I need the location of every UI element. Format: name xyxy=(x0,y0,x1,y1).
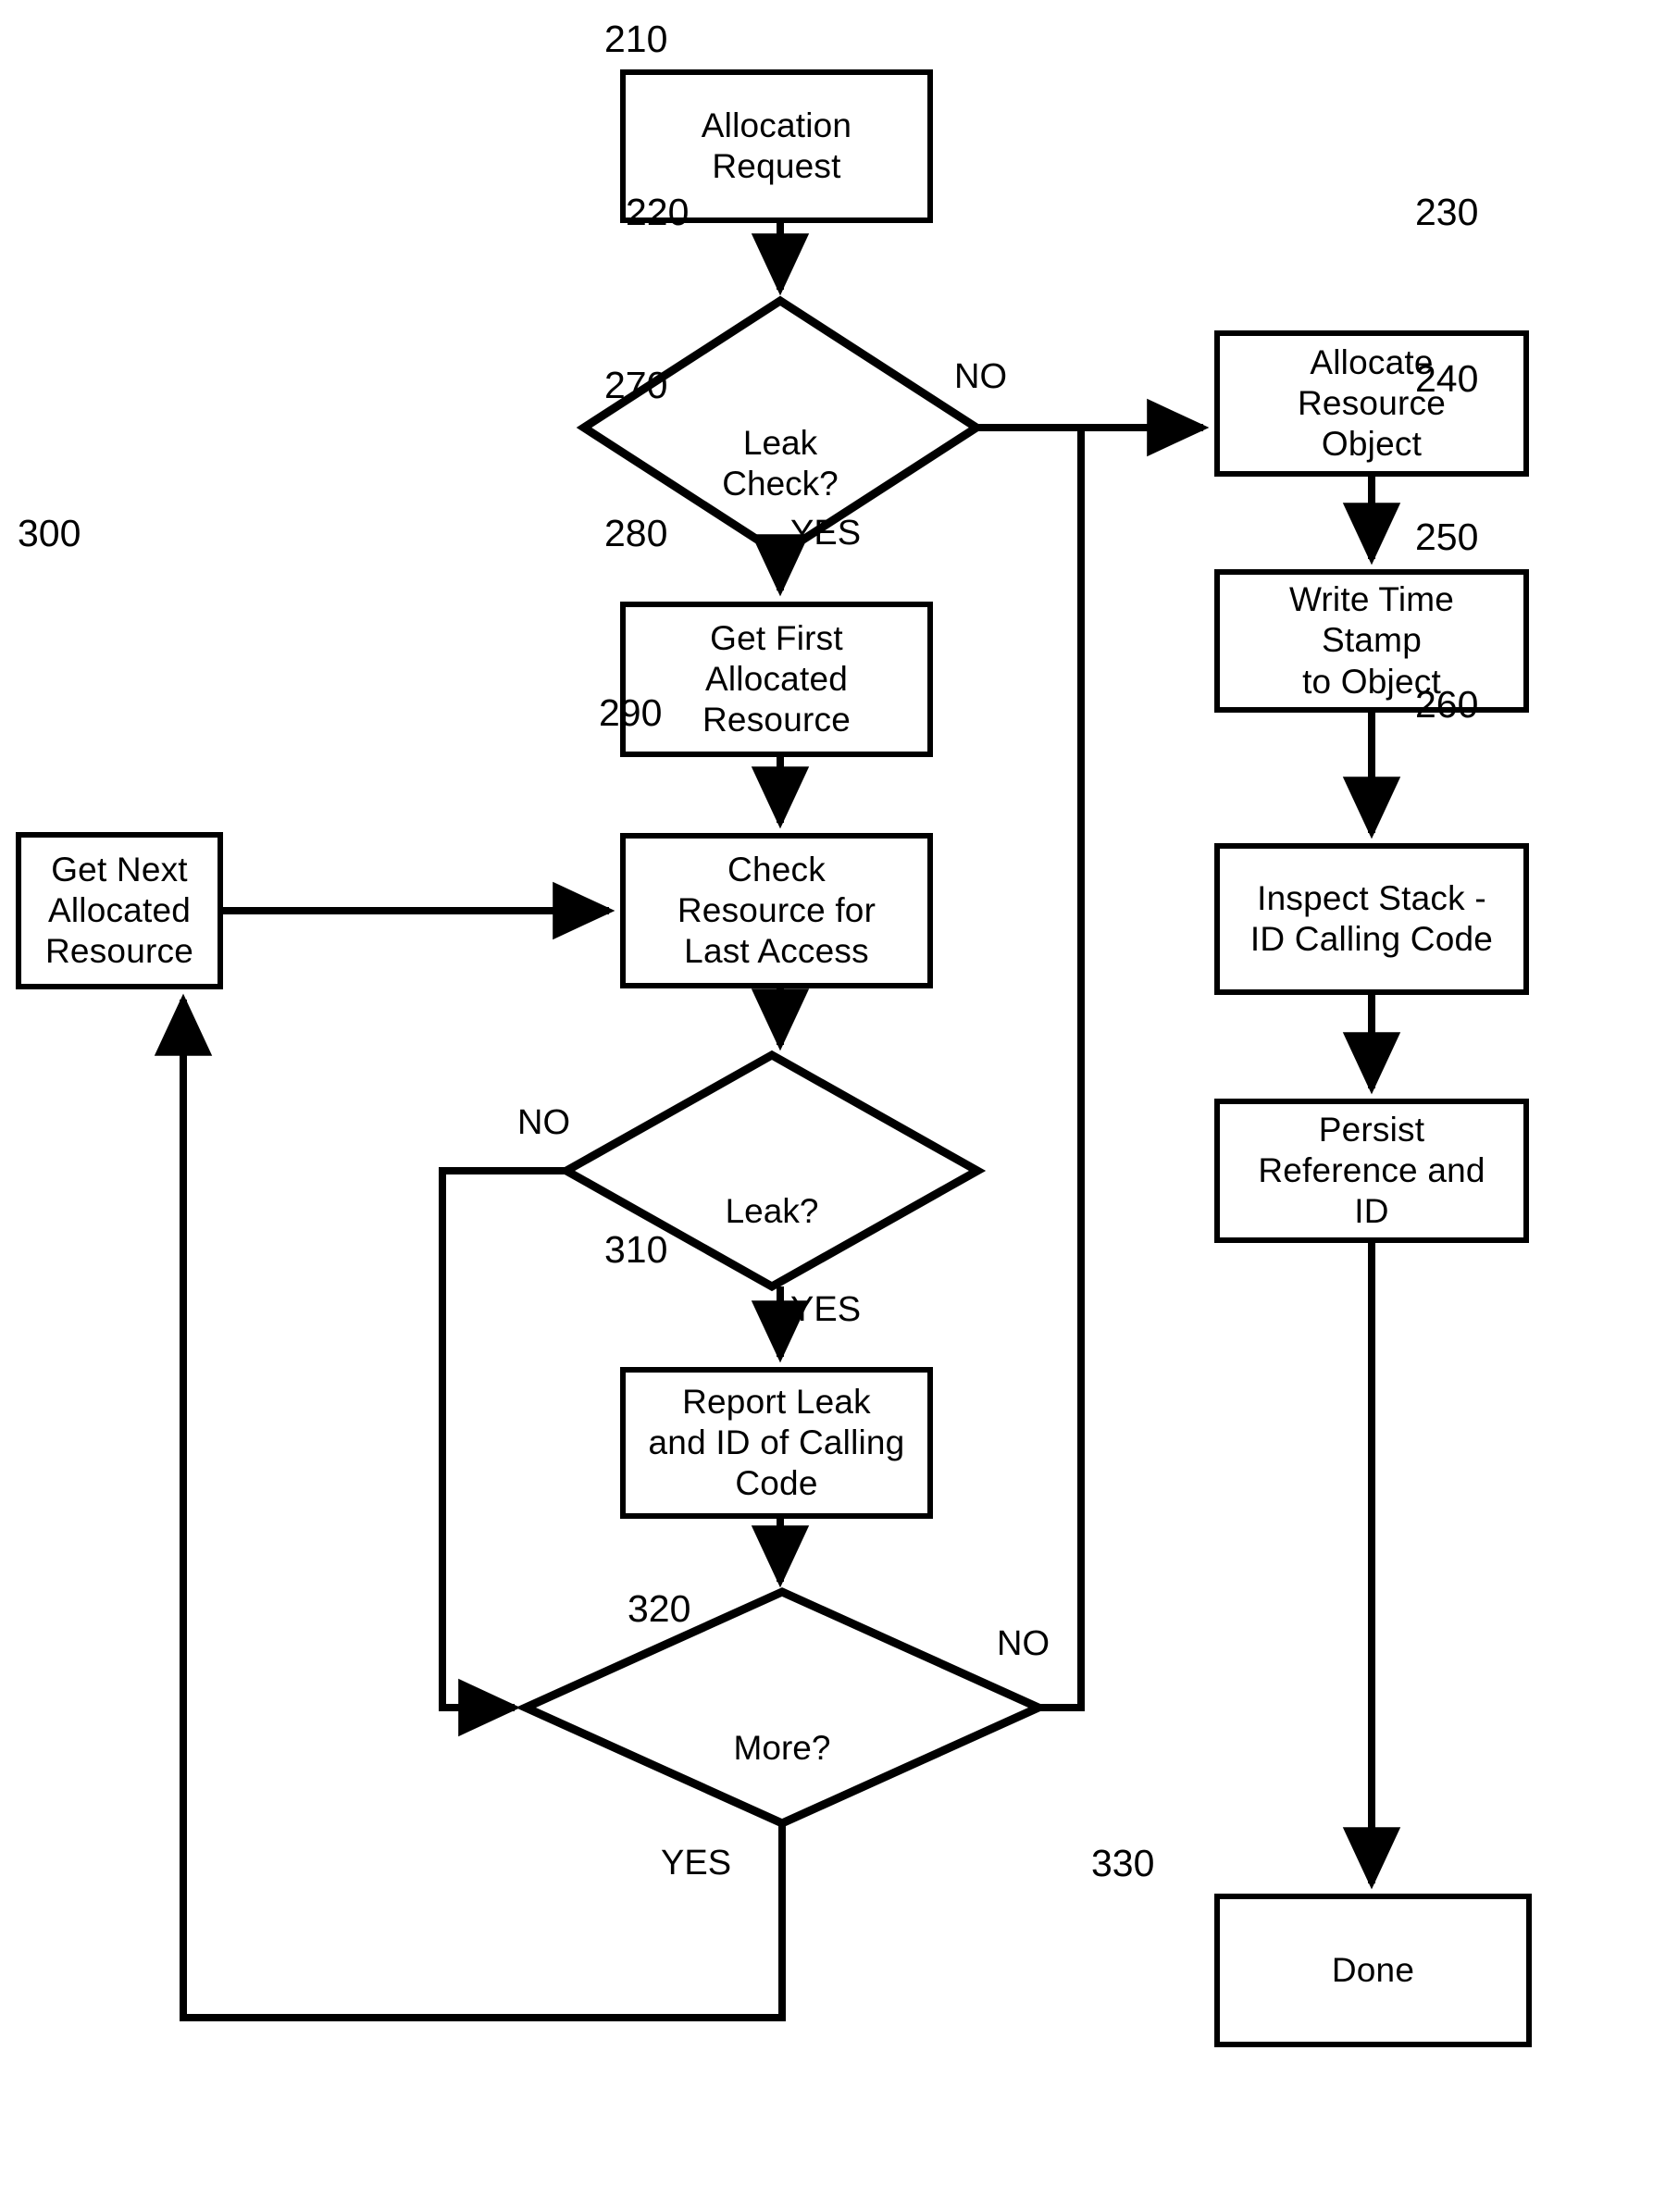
node-260-label: Persist Reference and ID xyxy=(1258,1110,1485,1230)
connector-290-no-320 xyxy=(439,1167,566,1737)
ref-number-260: 260 xyxy=(1415,683,1479,726)
node-220-label-wrap[interactable]: Leak Check? xyxy=(641,382,919,504)
ref-number-290: 290 xyxy=(599,691,663,734)
node-280-check-resource-for-last-access[interactable]: Check Resource for Last Access xyxy=(620,833,933,988)
ref-number-330: 330 xyxy=(1091,1842,1155,1884)
edge-label-220-yes: YES xyxy=(790,514,862,553)
ref-number-280: 280 xyxy=(604,512,668,554)
ref-number-250: 250 xyxy=(1415,516,1479,558)
flowchart-page: Allocation Request Allocate Resource Obj… xyxy=(0,0,1678,2212)
node-310-report-leak-and-id-of-calling-code[interactable]: Report Leak and ID of Calling Code xyxy=(620,1367,933,1519)
node-310-label: Report Leak and ID of Calling Code xyxy=(648,1382,905,1502)
node-260-persist-reference-and-id[interactable]: Persist Reference and ID xyxy=(1214,1099,1529,1243)
edge-label-220-no: NO xyxy=(954,357,1007,396)
edge-label-290-no: NO xyxy=(517,1103,570,1142)
ref-number-310: 310 xyxy=(604,1228,668,1271)
node-230-allocate-resource-object[interactable]: Allocate Resource Object xyxy=(1214,330,1529,477)
node-240-write-time-stamp-to-object[interactable]: Write Time Stamp to Object xyxy=(1214,569,1529,713)
node-290-label: Leak? xyxy=(725,1192,819,1231)
node-210-label: Allocation Request xyxy=(701,106,852,185)
ref-number-300: 300 xyxy=(18,512,81,554)
node-250-inspect-stack-id-calling-code[interactable]: Inspect Stack - ID Calling Code xyxy=(1214,843,1529,995)
ref-number-230: 230 xyxy=(1415,191,1479,233)
ref-number-320: 320 xyxy=(628,1587,691,1630)
edge-label-320-no: NO xyxy=(997,1624,1050,1663)
connector-320-no-230 xyxy=(1038,428,1085,1711)
node-250-label: Inspect Stack - ID Calling Code xyxy=(1249,878,1494,958)
node-320-label-wrap[interactable]: More? xyxy=(643,1687,921,1769)
edge-label-290-yes: YES xyxy=(790,1290,862,1329)
node-330-done[interactable]: Done xyxy=(1214,1894,1532,2047)
node-300-label: Get Next Allocated Resource xyxy=(45,850,193,970)
node-300-get-next-allocated-resource[interactable]: Get Next Allocated Resource xyxy=(16,832,223,989)
node-270-get-first-allocated-resource[interactable]: Get First Allocated Resource xyxy=(620,602,933,757)
ref-number-240: 240 xyxy=(1415,357,1479,400)
ref-number-220: 220 xyxy=(626,191,690,233)
node-290-label-wrap[interactable]: Leak? xyxy=(633,1150,911,1232)
node-320-label: More? xyxy=(733,1729,831,1768)
node-220-label: Leak Check? xyxy=(722,424,839,503)
node-330-label: Done xyxy=(1331,1950,1415,1989)
ref-number-210: 210 xyxy=(604,18,668,60)
node-270-label: Get First Allocated Resource xyxy=(702,618,851,739)
node-280-label: Check Resource for Last Access xyxy=(677,850,876,970)
edge-label-320-yes: YES xyxy=(661,1844,732,1883)
ref-number-270: 270 xyxy=(604,364,668,406)
